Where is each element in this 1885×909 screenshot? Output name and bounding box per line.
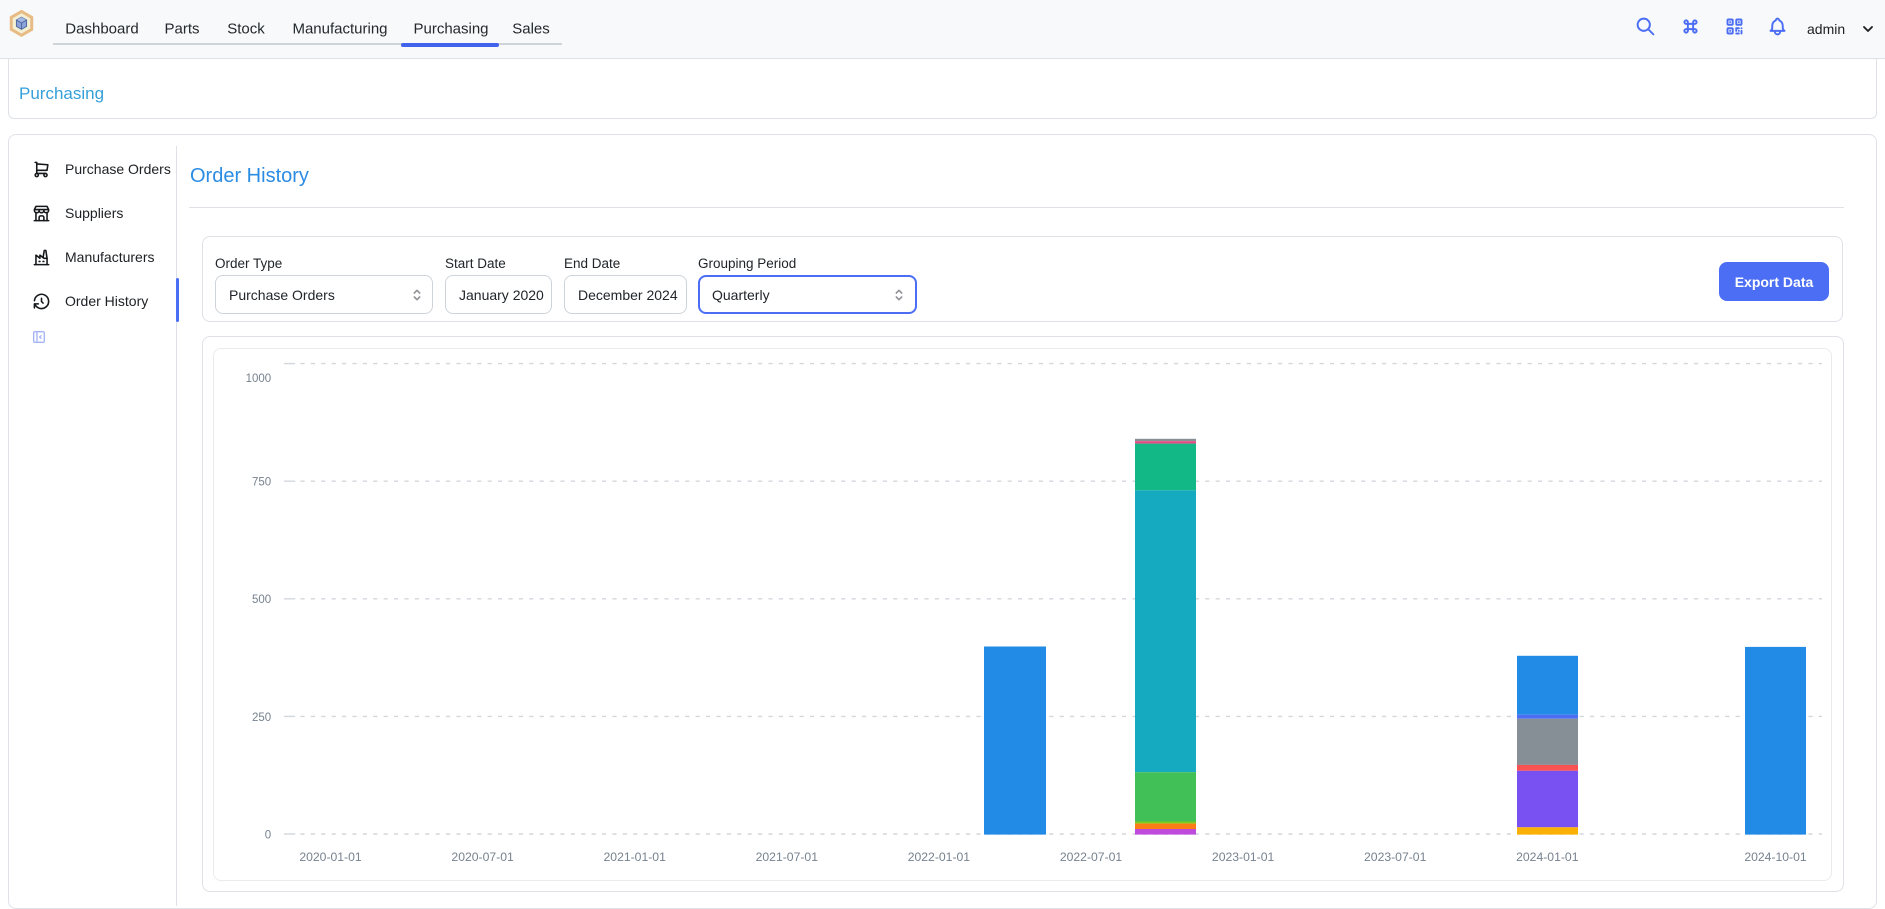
svg-text:2022-07-01: 2022-07-01 <box>1060 850 1123 864</box>
svg-text:2020-01-01: 2020-01-01 <box>299 850 362 864</box>
svg-text:1000: 1000 <box>246 373 272 385</box>
svg-text:250: 250 <box>252 712 271 724</box>
svg-text:2023-07-01: 2023-07-01 <box>1364 850 1427 864</box>
svg-text:2023-01-01: 2023-01-01 <box>1212 850 1275 864</box>
svg-text:2021-07-01: 2021-07-01 <box>756 850 819 864</box>
svg-text:2021-01-01: 2021-01-01 <box>604 850 667 864</box>
svg-text:2020-07-01: 2020-07-01 <box>451 850 514 864</box>
svg-text:500: 500 <box>252 594 271 606</box>
svg-text:2024-01-01: 2024-01-01 <box>1516 850 1579 864</box>
svg-text:0: 0 <box>265 829 271 841</box>
svg-text:2024-10-01: 2024-10-01 <box>1744 850 1807 864</box>
svg-text:2022-01-01: 2022-01-01 <box>908 850 971 864</box>
svg-text:750: 750 <box>252 477 271 489</box>
